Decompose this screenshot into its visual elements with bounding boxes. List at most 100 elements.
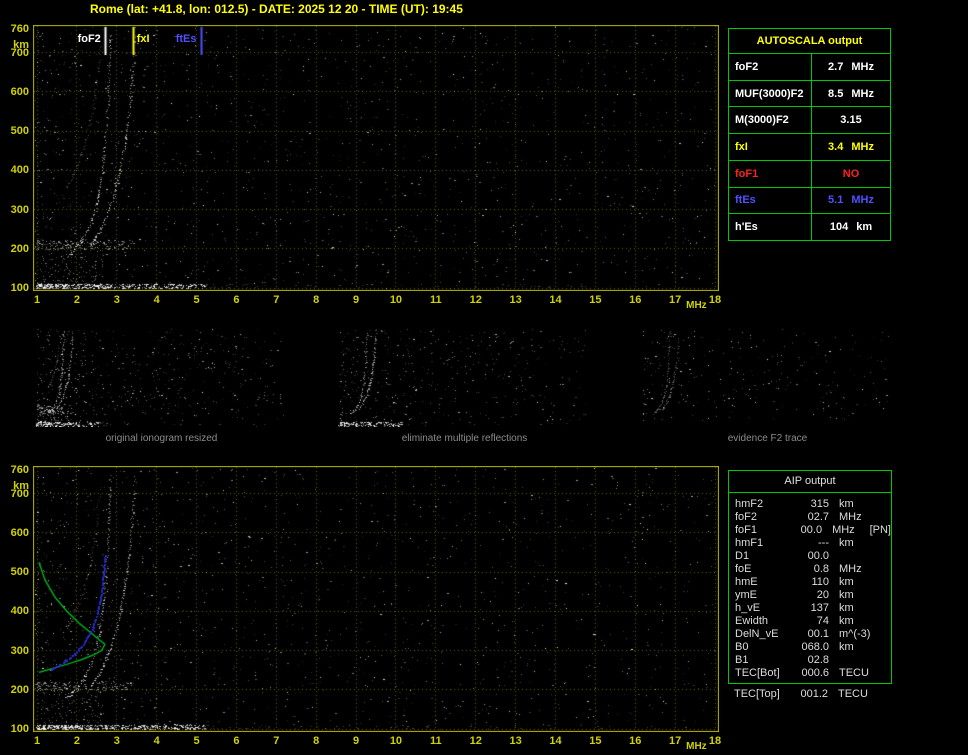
row-unit [829,654,873,667]
table-row: foF1 NO [729,160,890,188]
row-value: 20 [816,589,829,601]
row-label: TEC[Top] [734,688,780,700]
aip-output-panel: AIP output hmF2 315 km foF2 02.7 MHz foF1 00.0 M… [728,470,892,684]
trace-marker-label: fxI [136,33,150,45]
y-tick-label: 200 [10,683,29,696]
y-tick-label: 600 [10,85,29,98]
value-text: 3.4 [828,141,844,154]
y-tick-label: 100 [10,723,29,735]
aip-tec-top-row: TEC[Top] 001.2 TECU [728,688,892,701]
row-label: foF1 [729,160,812,187]
x-tick-label: 12 [469,294,482,306]
row-label: hmF1 [735,537,764,549]
x-tick-label: 8 [313,294,320,306]
row-unit: MHz [839,511,862,523]
x-tick-label: 11 [429,735,442,747]
row-value: 0.8 [813,563,829,575]
x-tick-label: 3 [113,735,120,747]
y-tick-label: 400 [10,164,29,177]
row-unit: km [839,602,854,614]
trace-marker-label: foF2 [77,33,101,45]
x-tick-label: 2 [73,735,80,747]
x-axis-unit-label: MHz [686,300,707,311]
unit-text: MHz [851,60,874,73]
x-tick-label: 6 [233,735,240,747]
thumbnail-f2-canvas [641,327,894,427]
y-tick-label: 300 [10,203,29,216]
row-value: 104 km [812,221,890,233]
x-tick-label: 1 [33,294,41,306]
row-label: hmF2 [735,498,764,510]
row-value: 001.2 [800,688,828,700]
main-ionogram: foF2 fxI ftEs 760 700 600 500 400 300 200 100 km 1 2 3… [11,24,721,312]
x-tick-label: 15 [589,735,602,747]
table-row: fxI 3.4 MHz [729,134,890,161]
y-axis-unit-label: km [13,480,29,492]
thumbnail-caption-original: original ionogram resized [105,433,218,444]
table-row: M(3000)F2 3.15 [729,107,890,135]
row-label: h_vE [735,602,761,614]
y-tick-label: 200 [10,242,29,255]
row-value: 74 [816,615,829,627]
x-tick-label: 17 [668,294,682,306]
x-tick-label: 9 [352,294,360,306]
x-tick-label: 6 [233,294,240,306]
row-label: TEC[Bot] [735,667,780,679]
table-row: ymE 20 km [729,589,891,602]
row-label: hmE [735,576,758,588]
x-tick-label: 1 [33,735,41,747]
table-row: hmF1 --- km [729,537,891,550]
autoscala-panel-title: AUTOSCALA output [729,29,890,54]
thumbnail-caption-cleaned: eliminate multiple reflections [401,433,528,444]
row-value: 3.15 [812,114,890,126]
x-tick-label: 10 [389,294,403,306]
row-label: foE [735,563,752,575]
row-label: ftEs [729,187,812,214]
aip-panel-title: AIP output [729,471,891,493]
row-value: 00.0 [807,550,829,562]
row-unit [829,550,873,563]
row-value: --- [818,537,829,549]
autoscala-rows: foF2 2.7 MHz MUF(3000)F2 8.5 MHz M(3000)F2 3.15… [729,54,890,241]
table-row: h_vE 137 km [729,602,891,615]
x-tick-label: 15 [589,294,602,306]
x-tick-label: 16 [629,294,642,306]
row-label: Ewidth [735,615,769,627]
value-text: 2.7 [828,60,844,73]
table-row: MUF(3000)F2 8.5 MHz [729,80,890,108]
y-tick-label: 100 [10,282,29,294]
row-value: 00.0 [800,524,823,536]
y-tick-label: 400 [10,605,29,618]
row-label: foF2 [735,511,758,523]
value-text: 8.5 [828,87,844,100]
x-tick-label: 13 [509,735,522,747]
table-row: D1 00.0 [729,550,891,563]
row-value: 02.7 [807,511,829,523]
y-tick-label: 500 [10,125,29,138]
row-label: B1 [735,654,749,666]
row-value: 3.4 MHz [812,141,890,153]
table-row: Ewidth 74 km [729,615,891,628]
y-tick-label: 600 [10,526,29,539]
row-unit: TECU [839,667,869,679]
row-unit: km [839,641,854,653]
row-label: DelN_vE [735,628,779,640]
row-label: h'Es [729,214,812,241]
row-value: 2.7 MHz [812,61,890,73]
table-row: foF1 00.0 MHz [PN] [729,524,891,537]
y-tick-label: 760 [10,23,29,35]
x-tick-label: 16 [629,735,642,747]
table-row: TEC[Top] 001.2 TECU [728,688,892,701]
x-tick-label: 4 [153,735,160,747]
row-label: foF2 [729,54,812,80]
x-tick-label: 14 [549,294,562,306]
autoscala-output-panel: AUTOSCALA output foF2 2.7 MHz MUF(3000)F2 8.… [728,28,891,241]
row-unit: MHz [839,563,862,575]
x-tick-label: 3 [113,294,120,306]
x-tick-label: 7 [273,735,280,747]
row-label: B0 [735,641,749,653]
row-label: foF1 [735,524,758,536]
thumbnail-f2-trace [641,327,894,432]
x-tick-label: 7 [273,294,280,306]
x-tick-label: 5 [193,294,200,306]
